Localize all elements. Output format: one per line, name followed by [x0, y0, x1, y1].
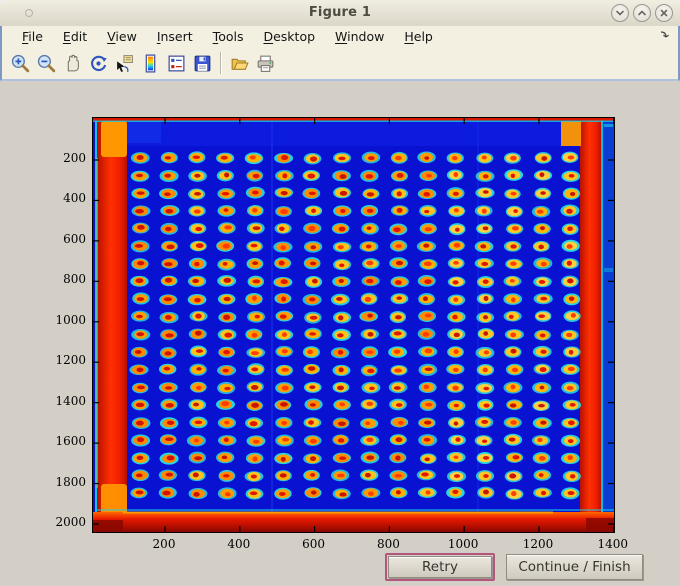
- y-tick-label: 1800: [55, 474, 86, 489]
- insert-colorbar-icon: [145, 53, 155, 73]
- x-tick-label: 1000: [447, 537, 479, 551]
- microarray-heatmap-image: [93, 118, 614, 532]
- menu-file[interactable]: File: [12, 27, 53, 46]
- save-figure-icon: [194, 55, 210, 71]
- menubar: File Edit View Insert Tools Desktop Window Help: [0, 26, 680, 47]
- axes-plot: [92, 117, 615, 533]
- x-tick-label: 800: [376, 537, 400, 551]
- continue-finish-button[interactable]: Continue / Finish: [506, 554, 643, 580]
- data-cursor-icon: [116, 54, 133, 72]
- pan-icon: [67, 54, 79, 71]
- menu-insert[interactable]: Insert: [147, 27, 203, 46]
- menu-overflow-icon[interactable]: [660, 30, 670, 43]
- zoom-in-icon: [11, 54, 29, 72]
- retry-button-focus-ring: Retry: [385, 553, 495, 581]
- chevron-up-icon: [638, 10, 646, 16]
- toolbar: [0, 47, 680, 81]
- continue-finish-button-label: Continue / Finish: [518, 559, 631, 575]
- zoom-out-icon: [37, 54, 55, 72]
- toolbar-button-data-cursor[interactable]: [111, 50, 137, 76]
- y-tick-label: 1200: [55, 353, 86, 368]
- y-tick-label: 400: [63, 191, 86, 206]
- toolbar-button-insert-colorbar[interactable]: [137, 50, 163, 76]
- chevron-down-icon: [616, 10, 624, 16]
- window-title: Figure 1: [308, 5, 372, 20]
- maximize-button[interactable]: [633, 4, 651, 22]
- menu-help[interactable]: Help: [394, 27, 443, 46]
- toolbar-button-zoom-in[interactable]: [7, 50, 33, 76]
- x-tick-label: 600: [302, 537, 326, 551]
- close-icon: [660, 9, 668, 17]
- y-tick-label: 1000: [55, 312, 86, 327]
- toolbar-button-pan[interactable]: [59, 50, 85, 76]
- menu-window[interactable]: Window: [325, 27, 394, 46]
- menu-desktop[interactable]: Desktop: [253, 27, 325, 46]
- rotate-3d-icon: [90, 55, 107, 71]
- figure-window: Figure 1 File Edit View Insert Tools Desktop W…: [0, 0, 680, 586]
- toolbar-button-insert-legend[interactable]: [163, 50, 189, 76]
- x-tick-label: 1200: [522, 537, 554, 551]
- y-tick-label: 200: [63, 151, 86, 165]
- retry-button-label: Retry: [422, 559, 458, 575]
- toolbar-button-zoom-out[interactable]: [33, 50, 59, 76]
- insert-legend-icon: [168, 55, 184, 71]
- print-figure-icon: [257, 55, 273, 72]
- menu-view[interactable]: View: [97, 27, 147, 46]
- x-tick-label: 200: [152, 537, 176, 551]
- titlebar[interactable]: Figure 1: [0, 0, 680, 27]
- figure-canvas: Retry Continue / Finish 200 400 600 800 1000…: [0, 81, 680, 586]
- toolbar-button-rotate-3d[interactable]: [85, 50, 111, 76]
- open-file-icon: [231, 58, 249, 70]
- x-tick-label: 400: [227, 537, 251, 551]
- y-tick-label: 800: [63, 272, 86, 287]
- toolbar-button-save-figure[interactable]: [189, 50, 215, 76]
- retry-button[interactable]: Retry: [388, 556, 492, 578]
- y-tick-label: 1600: [55, 434, 86, 449]
- toolbar-button-print-figure[interactable]: [252, 50, 278, 76]
- minimize-button[interactable]: [611, 4, 629, 22]
- close-button[interactable]: [655, 4, 673, 22]
- y-tick-label: 600: [63, 231, 86, 246]
- toolbar-button-open-file[interactable]: [226, 50, 252, 76]
- menu-tools[interactable]: Tools: [203, 27, 254, 46]
- x-tick-label: 1400: [597, 537, 629, 551]
- y-tick-label: 1400: [55, 393, 86, 408]
- toolbar-separator: [220, 52, 221, 74]
- window-controls: [611, 4, 673, 22]
- y-tick-label: 2000: [55, 514, 86, 529]
- menu-edit[interactable]: Edit: [53, 27, 97, 46]
